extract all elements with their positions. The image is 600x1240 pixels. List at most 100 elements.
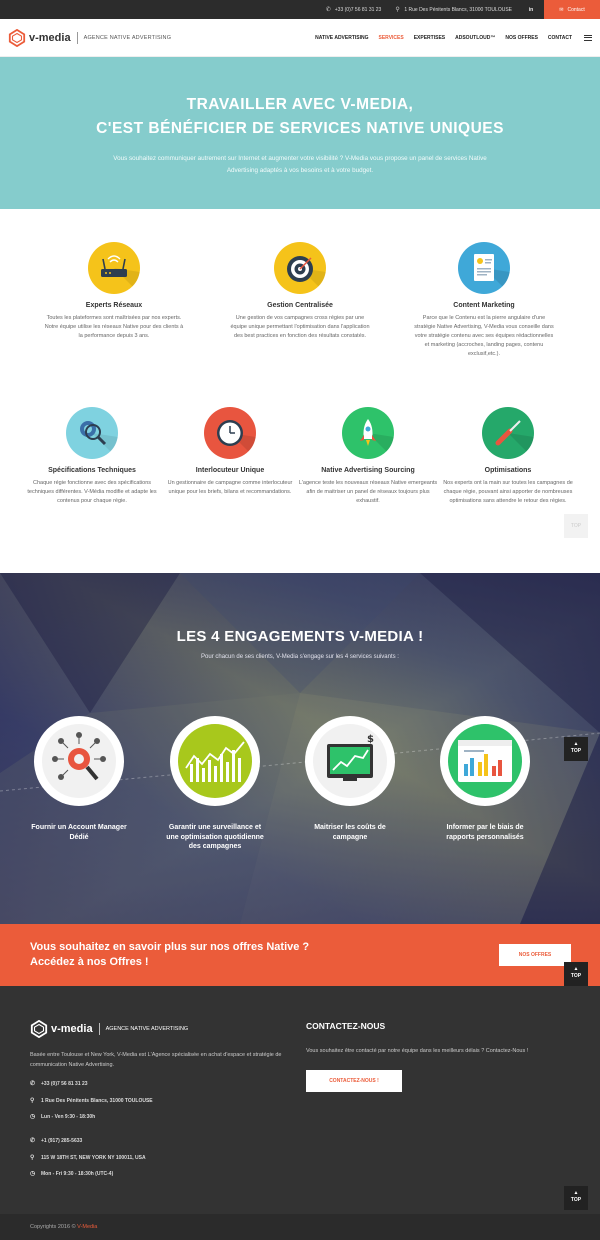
scroll-top-button[interactable]: ▲ TOP xyxy=(564,737,588,761)
service-text: Chaque régie fonctionne avec des spécifi… xyxy=(27,480,157,504)
footer-us-phone[interactable]: ✆ +1 (917) 285-5633 xyxy=(30,1138,82,1144)
service-title: Optimisations xyxy=(484,467,532,474)
linkedin-icon[interactable]: in xyxy=(526,5,536,15)
hamburger-menu-icon[interactable] xyxy=(584,34,592,41)
contact-button-label: Contact xyxy=(567,6,585,13)
service-text: Parce que le Contenu est la pierre angul… xyxy=(414,315,554,357)
cta-line1: Vous souhaitez en savoir plus sur nos of… xyxy=(30,941,310,953)
document-chart-icon xyxy=(458,242,510,294)
brand-tagline: AGENCE NATIVE ADVERTISING xyxy=(83,34,172,41)
service-text: Un gestionnaire de campagne comme interl… xyxy=(167,480,293,495)
service-content-marketing: Content Marketing Parce que le Contenu e… xyxy=(414,242,554,359)
service-native-advertising-sourcing: Native Advertising Sourcing L'agence tes… xyxy=(298,407,438,506)
service-optimisations: Optimisations Nos experts ont la main su… xyxy=(438,407,578,506)
location-pin-icon: ⚲ xyxy=(30,1155,35,1161)
service-title: Gestion Centralisée xyxy=(267,302,333,309)
copyright-bar: Copyrights 2016 © V-Media xyxy=(0,1214,600,1240)
phone-number: +33 (0)7 56 81 31 23 xyxy=(334,6,382,13)
service-interlocuteur-unique: Interlocuteur Unique Un gestionnaire de … xyxy=(160,407,300,497)
footer-fr-address: ⚲ 1 Rue Des Pénitents Blancs, 31000 TOUL… xyxy=(30,1098,153,1104)
contact-button[interactable]: ✉ Contact xyxy=(544,0,600,19)
mail-icon: ✉ xyxy=(559,6,564,13)
footer-tagline: AGENCE NATIVE ADVERTISING xyxy=(105,1026,189,1032)
engagement-couts: $ Maitriser les coûts de campagne xyxy=(298,716,402,842)
footer-us-hours: ◷ Mon - Fri 9:30 - 18:30h (UTC-4) xyxy=(30,1171,113,1177)
nav-item-services[interactable]: SERVICES xyxy=(379,35,404,41)
contact-text: Vous souhaitez être contacté par notre é… xyxy=(306,1048,529,1054)
rocket-icon xyxy=(342,407,394,459)
copyright-text: Copyrights 2016 © xyxy=(30,1224,76,1230)
footer-fr-hours: ◷ Lun - Ven 9:30 - 18:30h xyxy=(30,1114,95,1120)
engagement-label: Garantir une surveillance et une optimis… xyxy=(166,824,264,850)
engagement-label: Maitriser les coûts de campagne xyxy=(314,824,386,841)
footer-hours-text: Mon - Fri 9:30 - 18:30h (UTC-4) xyxy=(41,1171,114,1177)
nav-item-contact[interactable]: CONTACT xyxy=(548,35,572,41)
service-gestion-centralisee: Gestion Centralisée Une gestion de vos c… xyxy=(230,242,370,341)
offers-cta-banner: Vous souhaitez en savoir plus sur nos of… xyxy=(0,924,600,986)
nav-item-expertises[interactable]: EXPERTISES xyxy=(414,35,445,41)
contact-title: CONTACTEZ-NOUS xyxy=(306,1021,386,1031)
top-label: TOP xyxy=(570,1197,582,1203)
top-label: TOP xyxy=(570,748,582,754)
engagements-subtitle: Pour chacun de ses clients, V-Media s'en… xyxy=(201,654,399,660)
service-title: Spécifications Techniques xyxy=(48,467,136,474)
brand-name: v-media xyxy=(29,31,71,44)
top-bar: ✆ +33 (0)7 56 81 31 23 ⚲ 1 Rue Des Pénit… xyxy=(0,0,600,19)
engagements-section: LES 4 ENGAGEMENTS V-MEDIA ! Pour chacun … xyxy=(0,573,600,924)
engagements-title: LES 4 ENGAGEMENTS V-MEDIA ! xyxy=(176,628,424,645)
footer-address-text: 115 W 18TH ST, NEW YORK NY 100011, USA xyxy=(41,1155,146,1161)
footer: v-media AGENCE NATIVE ADVERTISING Basée … xyxy=(0,986,600,1214)
copyright-brand-link[interactable]: V-Media xyxy=(77,1224,97,1230)
hero-text: Vous souhaitez communiquer autrement sur… xyxy=(113,155,487,174)
clock-icon: ◷ xyxy=(30,1171,36,1177)
service-text: Nos experts ont la main sur toutes les c… xyxy=(443,480,573,504)
hero-title-line2: C'EST BÉNÉFICIER DE SERVICES NATIVE UNIQ… xyxy=(96,120,504,137)
phone-icon: ✆ xyxy=(30,1138,36,1144)
service-text: Une gestion de vos campagnes cross régie… xyxy=(230,315,370,339)
address-text: 1 Rue Des Pénitents Blancs, 31000 TOULOU… xyxy=(404,6,512,13)
scroll-top-button[interactable]: ▲ TOP xyxy=(564,962,588,986)
site-logo[interactable]: v-media AGENCE NATIVE ADVERTISING xyxy=(8,28,172,47)
hero-title: TRAVAILLER AVEC V-MEDIA, C'EST BÉNÉFICIE… xyxy=(0,93,600,141)
monitoring-chart-icon xyxy=(178,724,252,798)
scroll-top-button[interactable]: ▲ TOP xyxy=(564,1186,588,1210)
target-icon xyxy=(274,242,326,294)
nav-item-native-advertising[interactable]: NATIVE ADVERTISING xyxy=(315,35,368,41)
vmedia-logo-icon xyxy=(30,1020,48,1038)
location-pin-icon: ⚲ xyxy=(395,6,400,13)
address-info: ⚲ 1 Rue Des Pénitents Blancs, 31000 TOUL… xyxy=(395,7,512,13)
footer-phone-text: +33 (0)7 56 81 31 23 xyxy=(41,1081,88,1087)
contactez-nous-button[interactable]: CONTACTEZ-NOUS ! xyxy=(306,1070,402,1092)
footer-address-text: 1 Rue Des Pénitents Blancs, 31000 TOULOU… xyxy=(41,1098,153,1104)
clock-icon xyxy=(204,407,256,459)
footer-phone-text: +1 (917) 285-5633 xyxy=(41,1138,83,1144)
footer-fr-phone[interactable]: ✆ +33 (0)7 56 81 31 23 xyxy=(30,1081,88,1087)
vmedia-logo-icon xyxy=(8,28,26,47)
location-pin-icon: ⚲ xyxy=(30,1098,35,1104)
engagement-account-manager: Fournir un Account Manager Dédié xyxy=(27,716,131,842)
engagement-label: Fournir un Account Manager Dédié xyxy=(31,824,127,841)
nos-offres-button[interactable]: NOS OFFRES xyxy=(499,944,571,966)
report-dashboard-icon xyxy=(448,724,522,798)
phone-info[interactable]: ✆ +33 (0)7 56 81 31 23 xyxy=(326,7,382,13)
nav-item-nos-offres[interactable]: NOS OFFRES xyxy=(505,35,538,41)
svg-text:$: $ xyxy=(367,734,374,745)
logo-divider xyxy=(98,1023,100,1035)
footer-us-address: ⚲ 115 W 18TH ST, NEW YORK NY 100011, USA xyxy=(30,1155,146,1161)
top-label: TOP xyxy=(570,973,582,979)
footer-logo[interactable]: v-media AGENCE NATIVE ADVERTISING xyxy=(30,1020,188,1038)
engagement-circle xyxy=(440,716,530,806)
service-text: Toutes les plateformes sont maîtrisées p… xyxy=(44,315,184,339)
footer-brand: v-media xyxy=(51,1023,93,1035)
cta-line2: Accédez à nos Offres ! xyxy=(30,956,149,968)
scroll-top-button-faded[interactable]: TOP xyxy=(564,514,588,538)
engagement-surveillance: Garantir une surveillance et une optimis… xyxy=(163,716,267,852)
service-title: Experts Réseaux xyxy=(85,302,143,309)
hero-title-line1: TRAVAILLER AVEC V-MEDIA, xyxy=(186,96,414,113)
main-navigation: v-media AGENCE NATIVE ADVERTISING NATIVE… xyxy=(0,19,600,57)
phone-icon: ✆ xyxy=(325,6,331,13)
logo-divider xyxy=(76,31,78,44)
nav-item-adsoutloud[interactable]: ADSOUTLOUD™ xyxy=(455,35,495,41)
engagement-circle xyxy=(34,716,124,806)
cta-text: Vous souhaitez en savoir plus sur nos of… xyxy=(30,940,309,970)
